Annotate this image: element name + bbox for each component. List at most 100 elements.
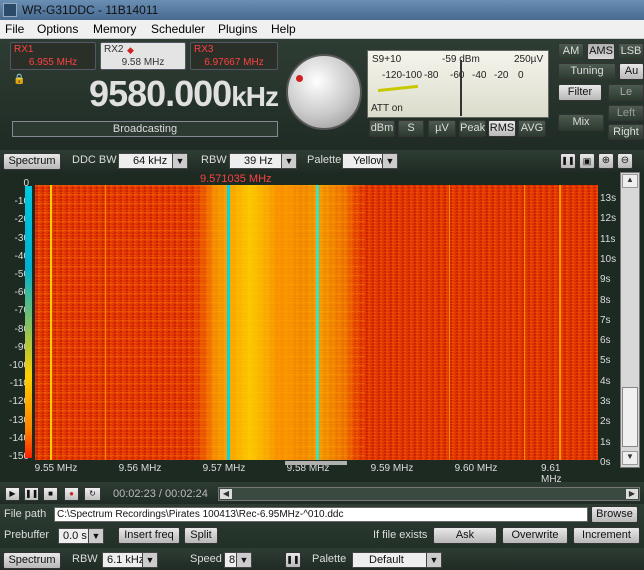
mix-button[interactable]: Mix <box>558 114 604 131</box>
time-tick-label: 0s <box>600 456 611 468</box>
pause-icon[interactable]: ❚❚ <box>24 487 39 501</box>
att-indicator: ATT on <box>371 103 403 114</box>
ask-button[interactable]: Ask <box>433 527 497 544</box>
menu-help[interactable]: Help <box>271 22 296 36</box>
zoom-in-icon[interactable]: ⊕ <box>598 153 614 169</box>
bottom-palette-label: Palette <box>312 553 347 565</box>
time-tick-label: 13s <box>600 193 617 204</box>
s-units-button[interactable]: S <box>398 120 424 137</box>
rbw-value: 39 Hz <box>244 155 273 167</box>
mode-am-button[interactable]: AM <box>558 43 584 60</box>
palette-label: Palette <box>307 154 342 166</box>
waterfall-display[interactable] <box>35 185 598 460</box>
title-bar: WR-G31DDC - 11B14011 <box>0 0 644 20</box>
insert-freq-button[interactable]: Insert freq <box>118 527 180 544</box>
chevron-down-icon: ▼ <box>172 154 187 168</box>
menu-options[interactable]: Options <box>37 22 78 36</box>
bottom-spectrum-button[interactable]: Spectrum <box>3 552 61 569</box>
active-rx-marker-icon: ◆ <box>127 45 134 55</box>
frequency-value: 9580.000 <box>89 73 232 114</box>
smeter-tick: -100 <box>402 70 423 81</box>
bottom-rbw-label: RBW <box>72 553 98 565</box>
bottom-palette-select[interactable]: Default ▼ <box>352 552 442 568</box>
chevron-down-icon: ▼ <box>382 154 397 168</box>
bottom-pause-icon[interactable]: ❚❚ <box>285 552 301 568</box>
menu-plugins[interactable]: Plugins <box>218 22 257 36</box>
vertical-scrollbar[interactable]: ▲ ▼ <box>620 172 640 468</box>
right-button[interactable]: Right <box>608 124 644 140</box>
chevron-left-icon[interactable]: ◀ <box>220 489 232 499</box>
pause-icon[interactable]: ❚❚ <box>560 153 576 169</box>
time-axis: 13s 12s 11s 10s 9s 8s 7s 6s 5s 4s 3s 2s 1s 0s <box>598 185 620 468</box>
menu-memory[interactable]: Memory <box>93 22 136 36</box>
ddc-bw-label: DDC BW <box>72 154 117 166</box>
chevron-right-icon[interactable]: ▶ <box>626 489 638 499</box>
playback-slider[interactable]: ◀ ▶ <box>218 487 640 501</box>
play-icon[interactable]: ▶ <box>5 487 20 501</box>
prebuffer-select[interactable]: 0.0 s ▼ <box>58 528 104 544</box>
filter-passband-indicator[interactable] <box>285 461 347 465</box>
spectrum-button[interactable]: Spectrum <box>3 153 61 170</box>
browse-button[interactable]: Browse <box>591 506 638 523</box>
carrier-line <box>559 185 561 460</box>
knob-indicator-icon <box>296 75 303 82</box>
if-exists-label: If file exists <box>373 529 428 541</box>
smeter-bar <box>377 84 419 93</box>
overwrite-button[interactable]: Overwrite <box>502 527 568 544</box>
time-tick-label: 6s <box>600 335 611 347</box>
rms-button[interactable]: RMS <box>488 120 516 137</box>
menu-bar: File Options Memory Scheduler Plugins He… <box>0 20 644 39</box>
tuning-button[interactable]: Tuning <box>558 63 616 80</box>
ddc-bw-select[interactable]: 64 kHz ▼ <box>118 153 188 169</box>
bottom-rbw-select[interactable]: 6.1 kHz ▼ <box>102 552 158 568</box>
menu-file[interactable]: File <box>5 22 24 36</box>
auto-button[interactable]: Au <box>619 63 644 80</box>
menu-scheduler[interactable]: Scheduler <box>151 22 205 36</box>
split-button[interactable]: Split <box>184 527 218 544</box>
frequency-display[interactable]: 9580.000kHz <box>12 73 279 117</box>
rx3-tab[interactable]: RX3 6.97667 MHz <box>190 42 278 70</box>
level-button[interactable]: Le <box>608 84 644 101</box>
time-tick-label: 5s <box>600 355 611 367</box>
peak-button[interactable]: Peak <box>459 120 486 137</box>
prebuffer-label: Prebuffer <box>4 529 50 541</box>
chevron-down-icon: ▼ <box>426 553 441 567</box>
scroll-down-icon[interactable]: ▼ <box>622 451 638 465</box>
avg-button[interactable]: AVG <box>518 120 546 137</box>
uv-button[interactable]: µV <box>428 120 456 137</box>
zoom-out-icon[interactable]: ⊖ <box>617 153 633 169</box>
tuning-knob[interactable] <box>286 54 362 130</box>
rx2-label: RX2 <box>104 44 124 55</box>
rx2-tab[interactable]: RX2 ◆ 9.58 MHz <box>100 42 186 70</box>
prebuffer-value: 0.0 s <box>63 530 87 542</box>
left-button[interactable]: Left <box>608 105 644 121</box>
speed-label: Speed <box>190 553 222 565</box>
rbw-select[interactable]: 39 Hz ▼ <box>229 153 297 169</box>
file-path-input[interactable]: C:\Spectrum Recordings\Pirates 100413\Re… <box>54 507 588 522</box>
scroll-thumb[interactable] <box>622 387 638 447</box>
freq-tick-label: 9.60 MHz <box>454 463 498 474</box>
scroll-up-icon[interactable]: ▲ <box>622 174 638 188</box>
dbm-button[interactable]: dBm <box>369 120 395 137</box>
filter-button[interactable]: Filter <box>558 84 602 101</box>
carrier-line <box>105 185 106 460</box>
stop-icon[interactable]: ■ <box>43 487 58 501</box>
mode-lsb-button[interactable]: LSB <box>618 43 644 60</box>
rx1-tab[interactable]: RX1 6.955 MHz <box>10 42 96 70</box>
app-icon <box>3 3 17 17</box>
increment-button[interactable]: Increment <box>573 527 640 544</box>
save-icon[interactable]: ▣ <box>579 153 595 169</box>
window-title: WR-G31DDC - 11B14011 <box>22 3 159 17</box>
record-icon[interactable]: ● <box>64 487 79 501</box>
speed-value: 8 <box>229 554 236 566</box>
smeter-tick: -60 <box>450 70 465 81</box>
color-scale-bar <box>25 186 32 458</box>
loop-icon[interactable]: ↻ <box>84 487 101 501</box>
chevron-down-icon: ▼ <box>281 154 296 168</box>
time-tick-label: 4s <box>600 375 611 387</box>
mode-ams-button[interactable]: AMS <box>587 43 615 60</box>
palette-select[interactable]: Yellow ▼ <box>342 153 398 169</box>
time-tick-label: 9s <box>600 274 611 286</box>
time-tick-label: 10s <box>600 253 617 265</box>
speed-select[interactable]: 8 ▼ <box>224 552 252 568</box>
